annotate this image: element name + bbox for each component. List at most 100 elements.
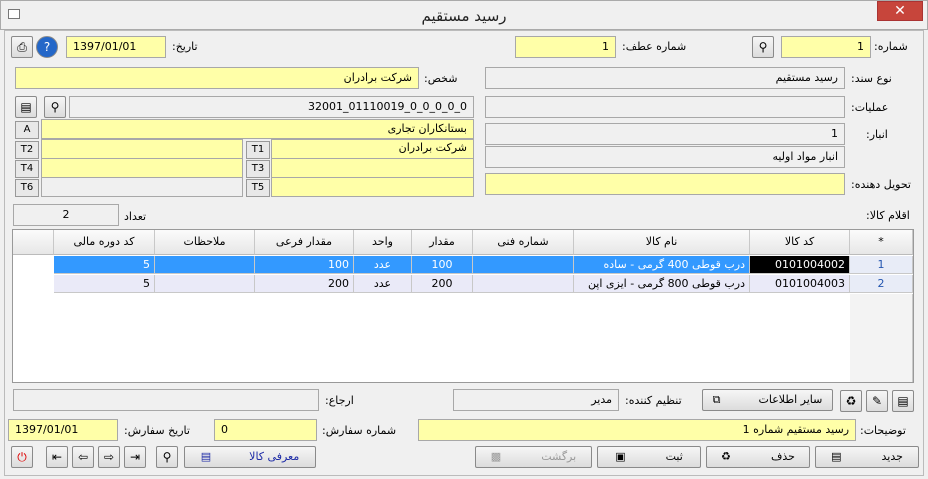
- document-icon: ▤: [831, 450, 842, 463]
- column-header-blank: [13, 230, 54, 255]
- order-number-field[interactable]: 0: [214, 419, 317, 441]
- detail-t1-label: T1: [246, 141, 270, 159]
- detail-t5-field[interactable]: [271, 177, 474, 197]
- detail-t5-label: T5: [246, 179, 270, 197]
- cell-code[interactable]: 0101004002: [750, 256, 850, 274]
- number-label: شماره:: [874, 40, 908, 53]
- detail-t1-field[interactable]: شرکت برادران: [271, 139, 474, 159]
- new-account-button[interactable]: ▤: [15, 96, 37, 118]
- back-button[interactable]: برگشت▩: [475, 446, 592, 468]
- detail-t2-field[interactable]: [41, 139, 243, 159]
- description-label: توضیحات:: [860, 424, 906, 437]
- new-button[interactable]: جدید▤: [815, 446, 919, 468]
- binoculars-icon: ⚲: [50, 100, 60, 114]
- detail-t3-field[interactable]: [271, 158, 474, 178]
- number-field[interactable]: 1: [781, 36, 871, 58]
- introduce-item-button[interactable]: معرفی کالا▤: [184, 446, 316, 468]
- cell-period[interactable]: 5: [54, 256, 155, 274]
- arrow-left-icon: ⇦: [77, 450, 89, 464]
- search-button[interactable]: ⚲: [156, 446, 178, 468]
- warehouse-code-field[interactable]: 1: [485, 123, 845, 145]
- detail-t2-label: T2: [15, 141, 39, 159]
- column-header-sub-quantity[interactable]: مقدار فرعی: [255, 230, 354, 255]
- cell-name[interactable]: درب قوطی 800 گرمی - ایزی اپن: [574, 275, 750, 293]
- last-record-button[interactable]: ⇥: [124, 446, 146, 468]
- description-field[interactable]: رسید مستقیم شماره 1: [418, 419, 856, 441]
- first-icon: ⇤: [51, 450, 63, 464]
- cell-sub-quantity[interactable]: 200: [255, 275, 354, 293]
- delete-button[interactable]: حذف♻: [706, 446, 810, 468]
- order-date-field[interactable]: 1397/01/01: [8, 419, 118, 441]
- operation-label: عملیات:: [851, 101, 889, 114]
- count-field: 2: [13, 204, 119, 226]
- ref-number-field[interactable]: 1: [515, 36, 616, 58]
- detail-t3-label: T3: [246, 160, 270, 178]
- edit-button[interactable]: ✎: [866, 390, 888, 412]
- cell-quantity[interactable]: 200: [412, 275, 473, 293]
- column-header-tech-number[interactable]: شماره فنی: [473, 230, 574, 255]
- column-header-quantity[interactable]: مقدار: [412, 230, 473, 255]
- warehouse-name-field[interactable]: انبار مواد اولیه: [485, 146, 845, 168]
- cell-notes[interactable]: [155, 275, 255, 293]
- printer-icon: ⎙: [17, 40, 27, 54]
- close-button[interactable]: ✕: [877, 1, 923, 21]
- ref-number-label: شماره عطف:: [622, 40, 687, 53]
- column-header-code[interactable]: کد کالا: [750, 230, 850, 255]
- cell-code[interactable]: 0101004003: [750, 275, 850, 293]
- cell-sub-quantity[interactable]: 100: [255, 256, 354, 274]
- pen-icon: ✎: [871, 394, 883, 408]
- search-number-button[interactable]: ⚲: [752, 36, 774, 58]
- column-header-index[interactable]: *: [850, 230, 913, 255]
- detail-a-field[interactable]: بستانکاران تجاری: [41, 119, 474, 139]
- help-button[interactable]: ?: [36, 36, 58, 58]
- document-icon: ▤: [897, 394, 909, 408]
- cell-tech-number[interactable]: [473, 275, 574, 293]
- cell-unit[interactable]: عدد: [354, 275, 412, 293]
- detail-t6-label: T6: [15, 179, 39, 197]
- previous-record-button[interactable]: ⇦: [72, 446, 94, 468]
- count-label: تعداد: [124, 210, 147, 223]
- row-indicator-area: [850, 294, 913, 382]
- column-header-period[interactable]: کد دوره مالی: [54, 230, 155, 255]
- doc-type-field[interactable]: رسید مستقیم: [485, 67, 845, 89]
- reference-label: ارجاع:: [325, 394, 354, 407]
- person-field[interactable]: شرکت برادران: [15, 67, 419, 89]
- window-icon: [8, 9, 20, 19]
- next-record-button[interactable]: ⇨: [98, 446, 120, 468]
- document-icon: ▤: [200, 450, 212, 463]
- cell-notes[interactable]: [155, 256, 255, 274]
- window-title: رسید مستقیم: [421, 7, 507, 25]
- cell-quantity[interactable]: 100: [412, 256, 473, 274]
- date-field[interactable]: 1397/01/01: [66, 36, 166, 58]
- exit-button[interactable]: ⏻: [11, 446, 33, 468]
- cell-tech-number[interactable]: [473, 256, 574, 274]
- reference-field[interactable]: [13, 389, 319, 411]
- power-icon: ⏻: [17, 450, 27, 464]
- help-icon: ?: [43, 40, 51, 54]
- other-info-button[interactable]: سایر اطلاعات⧉: [702, 389, 833, 411]
- order-number-label: شماره سفارش:: [322, 424, 397, 437]
- save-button[interactable]: ثبت▣: [597, 446, 701, 468]
- document-icon: ▤: [20, 100, 32, 114]
- recycle-button[interactable]: ♻: [840, 390, 862, 412]
- print-button[interactable]: ⎙: [11, 36, 33, 58]
- row-index: 2: [850, 275, 913, 293]
- cell-period[interactable]: 5: [54, 275, 155, 293]
- operation-field[interactable]: [485, 96, 845, 118]
- cell-name[interactable]: درب قوطی 400 گرمی - ساده: [574, 256, 750, 274]
- doc-type-label: نوع سند:: [851, 72, 892, 85]
- column-header-notes[interactable]: ملاحظات: [155, 230, 255, 255]
- deliverer-field[interactable]: [485, 173, 845, 195]
- column-header-unit[interactable]: واحد: [354, 230, 412, 255]
- detail-t4-field[interactable]: [41, 158, 243, 178]
- attach-button[interactable]: ▤: [892, 390, 914, 412]
- cell-unit[interactable]: عدد: [354, 256, 412, 274]
- column-header-name[interactable]: نام کالا: [574, 230, 750, 255]
- first-record-button[interactable]: ⇤: [46, 446, 68, 468]
- tree-icon: ⧉: [712, 393, 721, 406]
- arranger-field: مدیر: [453, 389, 619, 411]
- detail-t6-field[interactable]: [41, 177, 243, 197]
- items-table[interactable]: * کد کالا نام کالا شماره فنی مقدار واحد …: [12, 229, 914, 383]
- account-code-field[interactable]: 32001_01110019_0_0_0_0_0: [69, 96, 474, 118]
- search-account-button[interactable]: ⚲: [44, 96, 66, 118]
